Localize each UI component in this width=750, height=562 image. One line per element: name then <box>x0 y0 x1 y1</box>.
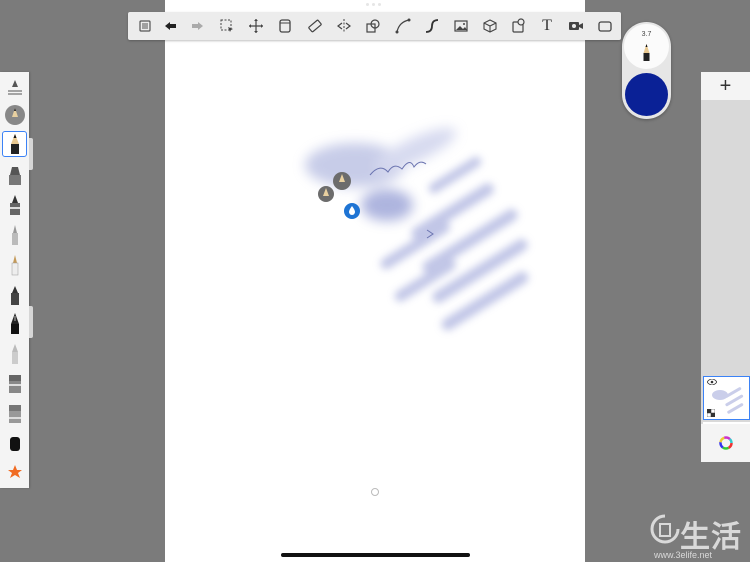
favorite-star-icon[interactable] <box>2 460 27 486</box>
perspective-icon[interactable] <box>477 12 503 40</box>
undo-icon[interactable] <box>158 12 184 40</box>
watermark-logo-icon <box>650 514 680 544</box>
watermark: 生活 www.3elife.net <box>650 512 750 562</box>
brush-panel-tab-lower[interactable] <box>29 306 33 338</box>
stroke-icon[interactable] <box>419 12 445 40</box>
text-icon: T <box>542 17 552 34</box>
brush-settings-icon[interactable] <box>2 76 27 102</box>
main-toolbar: T <box>128 12 621 40</box>
redo-icon[interactable] <box>184 12 210 40</box>
paint-drop-marker <box>344 203 360 219</box>
color-size-puck[interactable]: 3.7 <box>622 22 671 119</box>
canvas-artwork <box>305 128 529 331</box>
brush-panel-tab-upper[interactable] <box>29 138 33 170</box>
symmetry-icon[interactable] <box>331 12 357 40</box>
soft-pencil-brush-icon[interactable] <box>2 341 27 367</box>
shapes-icon[interactable] <box>360 12 386 40</box>
selection-icon[interactable] <box>214 12 240 40</box>
airbrush-icon[interactable] <box>2 370 27 396</box>
add-layer-button[interactable]: + <box>701 72 750 100</box>
eraser-brush-icon[interactable] <box>2 430 27 456</box>
home-indicator[interactable] <box>281 553 470 557</box>
felt-brush-icon[interactable] <box>2 252 27 278</box>
color-wheel-icon <box>718 436 733 450</box>
fullscreen-icon[interactable] <box>592 12 618 40</box>
transform-icon[interactable] <box>243 12 269 40</box>
brush-marker-pencil <box>333 172 351 190</box>
current-color-swatch[interactable] <box>625 73 668 116</box>
marker-brush-icon[interactable] <box>2 162 27 188</box>
layer-editor-panel: + <box>701 72 750 462</box>
chisel-brush-icon[interactable] <box>2 282 27 308</box>
timelapse-icon[interactable] <box>563 12 589 40</box>
text-tool-button[interactable]: T <box>534 12 560 40</box>
current-brush-avatar[interactable] <box>2 102 27 128</box>
layer-icon[interactable] <box>272 12 298 40</box>
ink-pen-brush-icon[interactable] <box>2 192 27 218</box>
drawing-canvas[interactable] <box>165 0 585 562</box>
blend-mode-icon[interactable] <box>707 409 715 417</box>
curve-icon[interactable] <box>390 12 416 40</box>
watermark-url: www.3elife.net <box>654 550 713 560</box>
ruler-icon[interactable] <box>302 12 328 40</box>
ballpoint-brush-icon[interactable] <box>2 222 27 248</box>
brush-size-control[interactable]: 3.7 <box>624 24 669 69</box>
brush-marker-pen <box>318 186 334 202</box>
layer-thumbnail-paint[interactable] <box>703 376 750 420</box>
more-options-dots-icon[interactable] <box>366 3 384 7</box>
brush-library-panel <box>0 72 29 488</box>
fountain-pen-brush-icon[interactable] <box>2 311 27 337</box>
color-wheel-button[interactable] <box>701 424 750 462</box>
canvas-reset-icon[interactable] <box>370 487 380 497</box>
pencil-brush-icon[interactable] <box>2 131 27 157</box>
paint-brush-icon[interactable] <box>2 400 27 426</box>
pencil-icon <box>643 44 650 61</box>
lagoon-menu-icon[interactable] <box>132 12 158 40</box>
image-icon[interactable] <box>448 12 474 40</box>
flood-fill-icon[interactable] <box>506 12 532 40</box>
